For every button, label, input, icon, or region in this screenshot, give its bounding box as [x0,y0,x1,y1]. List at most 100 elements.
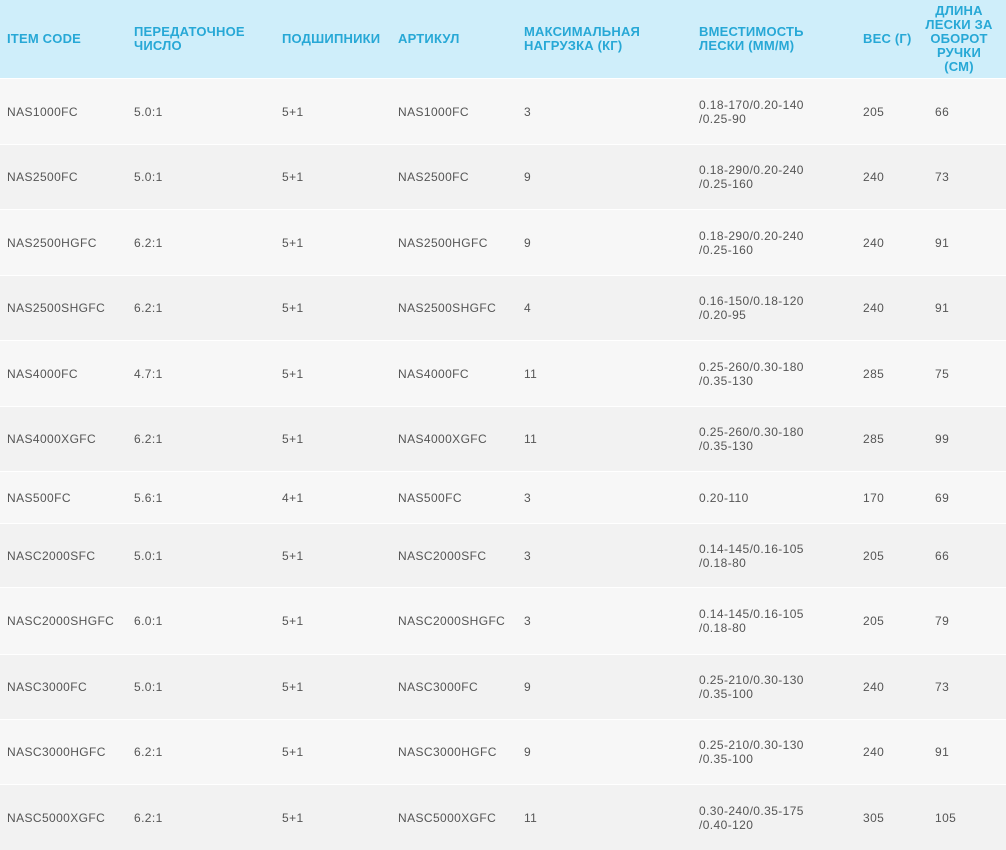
cell-bearings: 5+1 [282,680,304,694]
table-row: NASC3000FC 5.0:1 5+1 NASC3000FC 9 0.25-210/0.… [0,654,1006,719]
cell-gear-ratio: 5.6:1 [134,490,163,505]
cell-bearings: 5+1 [282,170,304,184]
cell-bearings: 5+1 [282,810,304,825]
cell-gear-ratio: 6.2:1 [134,745,163,759]
cell-gear-ratio: 6.2:1 [134,235,163,250]
cell-article: NASC5000XGFC [398,810,497,825]
cell-line-capacity: 0.20-110 [699,490,749,505]
cell-article: NASC3000FC [398,680,479,694]
cell-weight: 285 [863,366,885,381]
cell-retrieve-per-turn: 91 [935,235,950,250]
cell-line-capacity: 0.18-290/0.20-240 /0.25-160 [699,228,804,257]
cell-item-code: NAS4000FC [7,366,78,381]
cell-weight: 240 [863,301,885,315]
cell-item-code: NASC2000SHGFC [7,614,115,628]
cell-gear-ratio: 5.0:1 [134,548,163,563]
cell-article: NAS500FC [398,490,462,505]
table-row: NAS500FC 5.6:1 4+1 NAS500FC 3 0.20-110 170 69 [0,471,1006,523]
cell-retrieve-per-turn: 91 [935,745,950,759]
cell-bearings: 5+1 [282,614,304,628]
cell-article: NASC3000HGFC [398,745,497,759]
header-gear-ratio: ПЕРЕДАТОЧНОЕ ЧИСЛО [134,24,245,53]
cell-max-drag: 11 [524,810,538,825]
table-row: NAS2500FC 5.0:1 5+1 NAS2500FC 9 0.18-290/0.20… [0,144,1006,209]
table-row: NASC2000SHGFC 6.0:1 5+1 NASC2000SHGFC 3 0.14-… [0,587,1006,654]
cell-max-drag: 9 [524,235,532,250]
cell-gear-ratio: 5.0:1 [134,680,163,694]
cell-weight: 170 [863,490,885,505]
header-retrieve-per-turn: ДЛИНА ЛЕСКИ ЗА ОБОРОТ РУЧКИ (СМ) [925,3,993,74]
cell-bearings: 5+1 [282,432,304,446]
cell-line-capacity: 0.18-170/0.20-140 /0.25-90 [699,97,804,126]
cell-item-code: NASC3000FC [7,680,88,694]
cell-gear-ratio: 5.0:1 [134,170,163,184]
cell-article: NAS4000XGFC [398,432,488,446]
cell-line-capacity: 0.25-210/0.30-130 /0.35-100 [699,673,804,701]
cell-bearings: 5+1 [282,104,304,119]
cell-item-code: NAS500FC [7,490,71,505]
cell-retrieve-per-turn: 73 [935,170,950,184]
table-row: NAS2500SHGFC 6.2:1 5+1 NAS2500SHGFC 4 0.16-15… [0,275,1006,340]
cell-line-capacity: 0.25-260/0.30-180 /0.35-130 [699,425,804,453]
cell-weight: 205 [863,104,885,119]
cell-retrieve-per-turn: 99 [935,432,950,446]
header-bearings: ПОДШИПНИКИ [282,31,381,46]
table-header-row: ITEM CODE ПЕРЕДАТОЧНОЕ ЧИСЛО ПОДШИПНИКИ … [0,0,1006,78]
cell-item-code: NAS1000FC [7,104,78,119]
spec-table: ITEM CODE ПЕРЕДАТОЧНОЕ ЧИСЛО ПОДШИПНИКИ … [0,0,1006,850]
cell-gear-ratio: 4.7:1 [134,366,163,381]
cell-gear-ratio: 5.0:1 [134,104,163,119]
cell-article: NAS2500FC [398,170,469,184]
cell-weight: 205 [863,548,885,563]
cell-retrieve-per-turn: 75 [935,366,950,381]
cell-max-drag: 11 [524,366,538,381]
cell-item-code: NASC5000XGFC [7,810,106,825]
cell-bearings: 5+1 [282,548,304,563]
cell-bearings: 5+1 [282,235,304,250]
cell-weight: 305 [863,810,885,825]
cell-line-capacity: 0.25-210/0.30-130 /0.35-100 [699,738,804,766]
cell-article: NAS4000FC [398,366,469,381]
cell-gear-ratio: 6.2:1 [134,301,163,315]
cell-retrieve-per-turn: 105 [935,810,957,825]
cell-item-code: NAS2500SHGFC [7,301,106,315]
table-body: NAS1000FC 5.0:1 5+1 NAS1000FC 3 0.18-170/0.20… [0,78,1006,850]
cell-line-capacity: 0.14-145/0.16-105 /0.18-80 [699,541,804,570]
cell-item-code: NAS2500FC [7,170,78,184]
cell-item-code: NASC3000HGFC [7,745,106,759]
cell-article: NAS1000FC [398,104,469,119]
cell-gear-ratio: 6.0:1 [134,614,163,628]
cell-gear-ratio: 6.2:1 [134,810,163,825]
table-row: NAS1000FC 5.0:1 5+1 NAS1000FC 3 0.18-170/0.20… [0,78,1006,144]
cell-max-drag: 9 [524,745,532,759]
cell-max-drag: 9 [524,680,532,694]
cell-max-drag: 3 [524,548,532,563]
cell-retrieve-per-turn: 91 [935,301,950,315]
cell-gear-ratio: 6.2:1 [134,432,163,446]
cell-retrieve-per-turn: 66 [935,548,950,563]
cell-weight: 240 [863,235,885,250]
table-row: NAS2500HGFC 6.2:1 5+1 NAS2500HGFC 9 0.18-290/… [0,209,1006,275]
cell-weight: 285 [863,432,885,446]
cell-item-code: NAS2500HGFC [7,235,97,250]
cell-max-drag: 3 [524,490,532,505]
cell-max-drag: 9 [524,170,532,184]
cell-item-code: NASC2000SFC [7,548,96,563]
header-weight: ВЕС (Г) [863,31,912,46]
table-row: NASC5000XGFC 6.2:1 5+1 NASC5000XGFC 11 0.30-2… [0,784,1006,850]
cell-article: NASC2000SHGFC [398,614,506,628]
cell-item-code: NAS4000XGFC [7,432,97,446]
header-item-code: ITEM CODE [7,31,82,46]
cell-line-capacity: 0.18-290/0.20-240 /0.25-160 [699,163,804,191]
cell-retrieve-per-turn: 79 [935,614,950,628]
cell-retrieve-per-turn: 66 [935,104,950,119]
cell-line-capacity: 0.30-240/0.35-175 /0.40-120 [699,803,804,832]
table-row: NAS4000XGFC 6.2:1 5+1 NAS4000XGFC 11 0.25-260… [0,406,1006,471]
cell-max-drag: 4 [524,301,532,315]
header-max-drag: МАКСИМАЛЬНАЯ НАГРУЗКА (КГ) [524,24,641,53]
cell-line-capacity: 0.16-150/0.18-120 /0.20-95 [699,294,804,322]
table-row: NASC3000HGFC 6.2:1 5+1 NASC3000HGFC 9 0.25-21… [0,719,1006,784]
table-row: NAS4000FC 4.7:1 5+1 NAS4000FC 11 0.25-260/0.3… [0,340,1006,406]
cell-weight: 240 [863,745,885,759]
cell-bearings: 4+1 [282,490,304,505]
